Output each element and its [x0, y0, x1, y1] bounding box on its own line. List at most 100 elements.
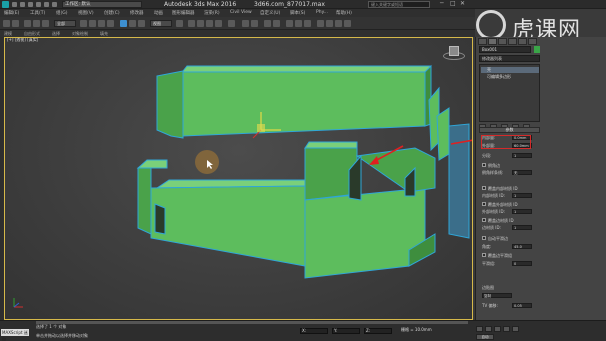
material-editor-icon[interactable] — [304, 20, 311, 27]
perspective-viewport[interactable]: [+] [透视] [真实] — [4, 37, 473, 320]
go-to-start-icon[interactable] — [476, 326, 483, 332]
smooth-group-spinner[interactable]: 0 — [512, 261, 532, 266]
edge-id-spinner[interactable]: 1 — [512, 225, 532, 230]
override-inner-id-checkbox[interactable] — [482, 186, 486, 190]
minimize-button[interactable]: ─ — [440, 1, 446, 7]
angle-spinner[interactable]: 45.0 — [512, 244, 532, 249]
render-teapot-icon[interactable] — [344, 20, 351, 27]
render-production-icon[interactable] — [335, 20, 342, 27]
select-and-scale-icon[interactable] — [138, 20, 145, 27]
rendered-frame-icon[interactable] — [326, 20, 333, 27]
stack-item-shell[interactable]: 壳 — [481, 67, 539, 73]
menu-graph-editors[interactable]: 图形编辑器 — [172, 10, 195, 16]
window-crossing-icon[interactable] — [107, 20, 114, 27]
play-icon[interactable] — [494, 326, 501, 332]
next-frame-icon[interactable] — [503, 326, 510, 332]
close-button[interactable]: ✕ — [460, 1, 466, 7]
maximize-button[interactable]: □ — [450, 1, 456, 7]
menu-edit[interactable]: 编辑(E) — [4, 10, 19, 16]
redo-icon[interactable] — [12, 20, 19, 27]
menu-create[interactable]: 创建(C) — [104, 10, 120, 16]
modify-tab-icon[interactable] — [488, 38, 497, 45]
percent-snap-icon[interactable] — [206, 20, 213, 27]
create-tab-icon[interactable] — [478, 38, 487, 45]
z-coordinate-field[interactable]: Z: — [364, 328, 392, 334]
layer-explorer-icon[interactable] — [264, 20, 271, 27]
parameters-rollout[interactable]: 参数 — [479, 127, 540, 133]
workspace-dropdown[interactable]: 工作区: 默认 — [62, 1, 142, 8]
undo-icon[interactable] — [3, 20, 10, 27]
edge-mapping-dropdown[interactable]: 复制 — [482, 293, 512, 298]
segments-spinner[interactable]: 1 — [512, 153, 532, 158]
menu-animation[interactable]: 动画 — [154, 10, 163, 16]
x-coordinate-field[interactable]: X: — [300, 328, 328, 334]
menu-views[interactable]: 视图(V) — [78, 10, 94, 16]
menu-group[interactable]: 组(G) — [56, 10, 68, 16]
viewcube-box[interactable] — [449, 46, 459, 56]
menu-modifiers[interactable]: 修改器 — [130, 10, 144, 16]
override-edge-id-checkbox[interactable] — [482, 218, 486, 222]
hierarchy-tab-icon[interactable] — [498, 38, 507, 45]
near-wall[interactable] — [136, 141, 436, 279]
snaps-toggle-icon[interactable] — [188, 20, 195, 27]
redo-icon[interactable] — [44, 2, 49, 7]
mirror-icon[interactable] — [242, 20, 249, 27]
time-slider[interactable] — [36, 321, 468, 324]
spinner-snap-icon[interactable] — [215, 20, 222, 27]
rectangle-selection-icon[interactable] — [98, 20, 105, 27]
unlink-icon[interactable] — [33, 20, 40, 27]
project-icon[interactable] — [52, 2, 57, 7]
link-icon[interactable] — [24, 20, 31, 27]
save-icon[interactable] — [28, 2, 33, 7]
menu-customize[interactable]: 自定义(U) — [260, 10, 280, 16]
pivot-center-icon[interactable] — [176, 20, 183, 27]
align-icon[interactable] — [251, 20, 258, 27]
select-and-move-icon[interactable] — [120, 20, 127, 27]
auto-key-button[interactable]: 自动 — [476, 334, 494, 340]
utilities-tab-icon[interactable] — [528, 38, 537, 45]
go-to-end-icon[interactable] — [512, 326, 519, 332]
graphite-toggle-icon[interactable] — [273, 20, 280, 27]
new-icon[interactable] — [12, 2, 17, 7]
stack-item-editable-poly[interactable]: 可编辑多边形 — [481, 74, 539, 80]
schematic-view-icon[interactable] — [295, 20, 302, 27]
menu-scripting[interactable]: 脚本(S) — [290, 10, 305, 16]
select-and-rotate-icon[interactable] — [129, 20, 136, 27]
display-tab-icon[interactable] — [518, 38, 527, 45]
object-name-field[interactable]: Box001 — [479, 46, 531, 53]
select-by-name-icon[interactable] — [89, 20, 96, 27]
y-coordinate-field[interactable]: Y: — [332, 328, 360, 334]
tv-offset-spinner[interactable]: 0.05 — [512, 303, 532, 308]
menu-physx[interactable]: Phy... — [316, 10, 328, 15]
bevel-spline-button[interactable]: 无 — [512, 170, 532, 175]
select-object-icon[interactable] — [80, 20, 87, 27]
open-icon[interactable] — [20, 2, 25, 7]
far-wall-left[interactable] — [156, 64, 432, 139]
motion-tab-icon[interactable] — [508, 38, 517, 45]
selection-filter-dropdown[interactable]: 全部 — [54, 20, 76, 27]
menu-help[interactable]: 帮助(H) — [336, 10, 352, 16]
menu-civil-view[interactable]: Civil View — [230, 10, 252, 15]
reference-coordinate-dropdown[interactable]: 视图 — [150, 20, 172, 27]
menu-rendering[interactable]: 渲染(R) — [204, 10, 220, 16]
override-outer-id-checkbox[interactable] — [482, 202, 486, 206]
curve-editor-icon[interactable] — [286, 20, 293, 27]
bevel-edges-checkbox[interactable] — [482, 163, 486, 167]
auto-smooth-checkbox[interactable] — [482, 236, 486, 240]
viewcube[interactable] — [443, 42, 465, 66]
app-logo-icon[interactable] — [2, 1, 9, 8]
inner-id-spinner[interactable]: 1 — [512, 193, 532, 198]
previous-frame-icon[interactable] — [485, 326, 492, 332]
scene-geometry[interactable] — [5, 38, 473, 320]
override-smooth-group-checkbox[interactable] — [482, 253, 486, 257]
object-color-swatch[interactable] — [534, 46, 540, 53]
maxscript-listener[interactable]: MAXScript 迷你 — [1, 329, 29, 341]
undo-icon[interactable] — [36, 2, 41, 7]
angle-snap-icon[interactable] — [197, 20, 204, 27]
outer-id-spinner[interactable]: 1 — [512, 209, 532, 214]
modifier-list-dropdown[interactable]: 修改器列表 — [479, 55, 540, 62]
named-selection-icon[interactable] — [228, 20, 235, 27]
menu-tools[interactable]: 工具(T) — [30, 10, 45, 16]
render-setup-icon[interactable] — [317, 20, 324, 27]
bind-space-warp-icon[interactable] — [42, 20, 49, 27]
